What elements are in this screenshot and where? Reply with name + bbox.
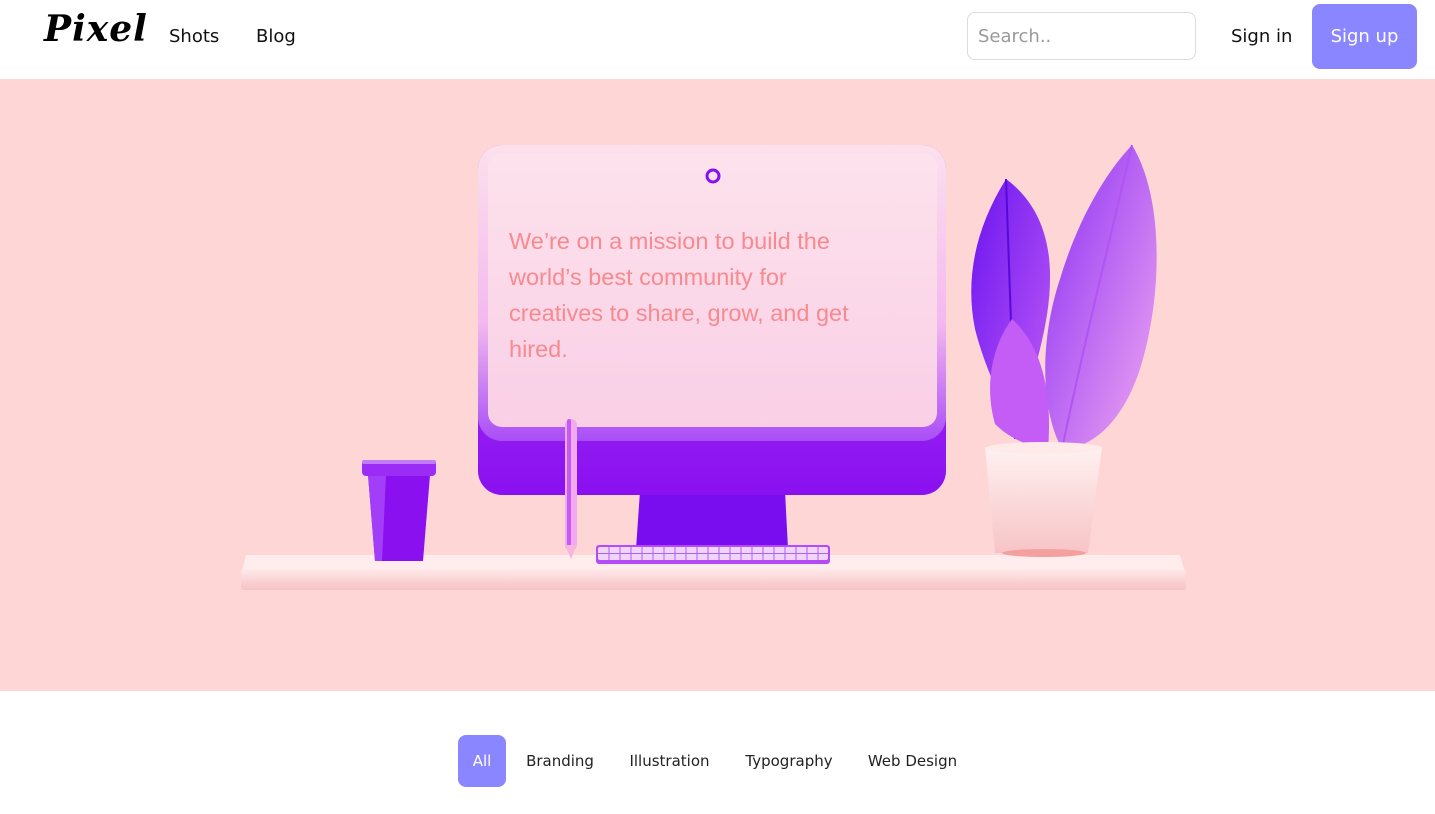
pen-icon [565,419,577,559]
nav-link-shots[interactable]: Shots [169,26,219,47]
keyboard-icon [596,545,830,564]
sign-up-button[interactable]: Sign up [1312,4,1417,69]
hero-illustration [241,144,1186,590]
filter-chip-typography[interactable]: Typography [739,735,839,787]
filter-chip-branding[interactable]: Branding [519,735,601,787]
hero-banner: We’re on a mission to build the world’s … [0,79,1435,691]
filter-chip-all[interactable]: All [458,735,506,787]
logo[interactable]: Pixel [44,8,148,50]
plant-icon [971,144,1157,557]
filter-chip-illustration[interactable]: Illustration [622,735,717,787]
sign-in-link[interactable]: Sign in [1231,26,1292,47]
mission-statement: We’re on a mission to build the world’s … [509,228,849,362]
nav-link-blog[interactable]: Blog [256,26,296,47]
filter-chip-web-design[interactable]: Web Design [861,735,964,787]
category-filter-bar: All Branding Illustration Typography Web… [0,691,1435,814]
navbar: Pixel Shots Blog Sign in Sign up [0,0,1435,79]
search-input[interactable] [967,12,1196,60]
coffee-cup-icon [362,460,436,561]
